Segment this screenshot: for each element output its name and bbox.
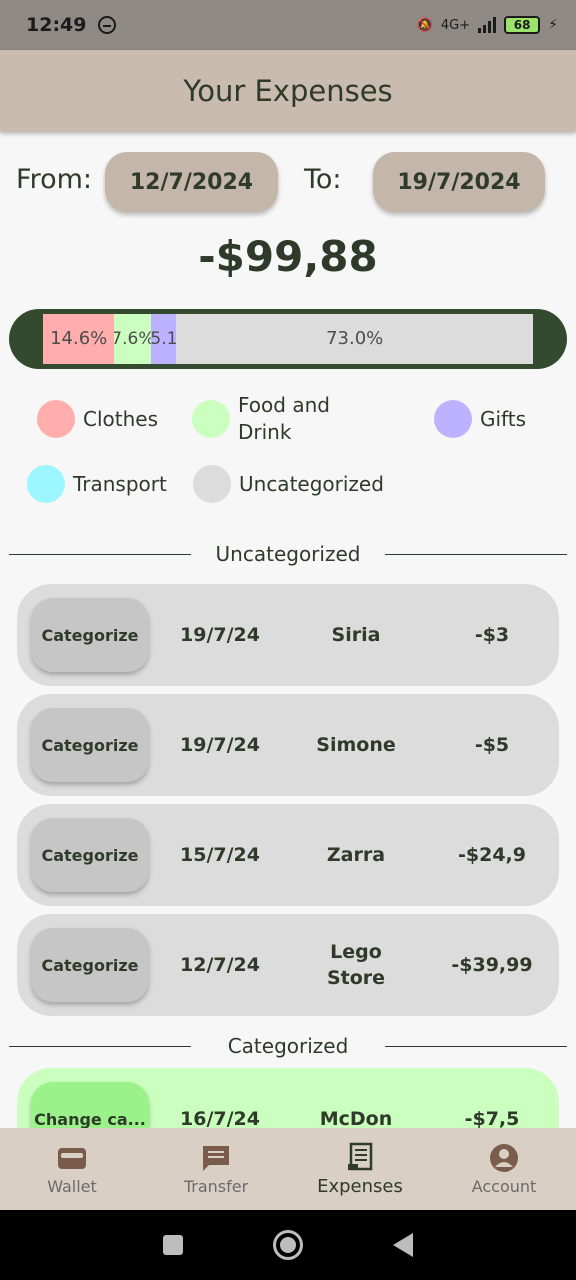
- status-indicators: 🔕 4G+ 68 ⚡: [417, 16, 558, 34]
- battery-icon: 68: [504, 16, 541, 34]
- expense-amount: -$5: [474, 734, 510, 756]
- categorize-button[interactable]: Categorize: [31, 818, 149, 892]
- back-button[interactable]: [393, 1233, 413, 1257]
- legend-label: Gifts: [480, 407, 527, 431]
- legend-label: Transport: [73, 472, 167, 496]
- category-breakdown-bar: 14.6%7.6%5.173.0%: [9, 309, 567, 369]
- expense-date: 12/7/24: [180, 954, 260, 976]
- status-time: 12:49: [26, 14, 87, 36]
- charging-icon: ⚡: [548, 17, 558, 33]
- expense-date: 19/7/24: [180, 624, 260, 646]
- expense-name: Lego Store: [326, 941, 386, 989]
- legend-gifts: Gifts: [434, 400, 526, 438]
- legend-dot: [193, 465, 231, 503]
- chat-icon: [201, 1143, 231, 1173]
- expense-amount: -$39,99: [451, 954, 533, 976]
- to-date-button[interactable]: 19/7/2024: [373, 152, 545, 212]
- home-button[interactable]: [273, 1230, 303, 1260]
- divider-line: [385, 1046, 567, 1047]
- status-bar: 12:49 🔕 4G+ 68 ⚡: [0, 0, 576, 50]
- expense-date: 15/7/24: [180, 844, 260, 866]
- wallet-icon: [57, 1143, 87, 1173]
- categorize-button[interactable]: Categorize: [31, 708, 149, 782]
- signal-icon: [478, 17, 497, 33]
- nav-label: Account: [471, 1176, 537, 1196]
- legend-label: Uncategorized: [239, 472, 384, 496]
- to-label: To:: [304, 164, 342, 195]
- notification-face-icon: [98, 16, 117, 34]
- legend-uncategorized: Uncategorized: [193, 465, 384, 503]
- legend-clothes: Clothes: [37, 400, 158, 438]
- recents-button[interactable]: [163, 1235, 183, 1255]
- legend-label: Food and Drink: [238, 393, 330, 444]
- expense-row[interactable]: Categorize 12/7/24 Lego Store -$39,99: [17, 914, 559, 1016]
- nav-label: Expenses: [317, 1175, 403, 1197]
- breakdown-segment: 7.6%: [114, 314, 152, 364]
- categorize-button[interactable]: Categorize: [31, 928, 149, 1002]
- network-label: 4G+: [440, 17, 471, 33]
- breakdown-segment: 14.6%: [43, 314, 115, 364]
- from-label: From:: [16, 164, 92, 195]
- expense-date: 19/7/24: [180, 734, 260, 756]
- expense-amount: -$3: [474, 624, 510, 646]
- bottom-navigation: Wallet Transfer Expenses Account: [0, 1128, 576, 1210]
- nav-label: Transfer: [183, 1176, 249, 1196]
- app-bar: Your Expenses: [0, 50, 576, 132]
- expenses-screen: 12:49 🔕 4G+ 68 ⚡ Your Expenses From: 12/…: [0, 0, 576, 1280]
- nav-wallet[interactable]: Wallet: [0, 1128, 144, 1210]
- legend-food-and-drink: Food and Drink: [192, 392, 372, 446]
- breakdown-segment: 73.0%: [176, 314, 533, 364]
- legend-dot: [192, 400, 230, 438]
- page-title: Your Expenses: [183, 74, 393, 108]
- receipt-icon: [345, 1142, 375, 1172]
- uncategorized-divider: Uncategorized: [9, 542, 567, 566]
- date-range: From: 12/7/2024 To: 19/7/2024: [0, 150, 576, 214]
- nav-account[interactable]: Account: [432, 1128, 576, 1210]
- account-icon: [489, 1143, 519, 1173]
- expense-name: Zarra: [326, 844, 386, 866]
- legend-label: Clothes: [83, 407, 158, 431]
- expense-name: Simone: [316, 734, 396, 756]
- breakdown-segments: 14.6%7.6%5.173.0%: [43, 314, 533, 364]
- legend-dot: [37, 400, 75, 438]
- expense-row[interactable]: Categorize 19/7/24 Simone -$5: [17, 694, 559, 796]
- legend-transport: Transport: [27, 465, 167, 503]
- legend-dot: [27, 465, 65, 503]
- from-date-button[interactable]: 12/7/2024: [105, 152, 278, 212]
- expense-amount: -$24,9: [458, 844, 526, 866]
- expense-name: Siria: [331, 624, 381, 646]
- expense-row[interactable]: Categorize 19/7/24 Siria -$3: [17, 584, 559, 686]
- expense-row[interactable]: Categorize 15/7/24 Zarra -$24,9: [17, 804, 559, 906]
- breakdown-segment: 5.1: [151, 314, 177, 364]
- nav-expenses[interactable]: Expenses: [288, 1128, 432, 1210]
- nav-label: Wallet: [47, 1176, 97, 1196]
- mute-vibrate-icon: 🔕: [416, 17, 433, 33]
- nav-transfer[interactable]: Transfer: [144, 1128, 288, 1210]
- categorized-divider: Categorized: [9, 1034, 567, 1058]
- categorize-button[interactable]: Categorize: [31, 598, 149, 672]
- total-amount: -$99,88: [198, 232, 378, 281]
- system-navigation-bar: [0, 1210, 576, 1280]
- divider-line: [385, 554, 567, 555]
- legend-dot: [434, 400, 472, 438]
